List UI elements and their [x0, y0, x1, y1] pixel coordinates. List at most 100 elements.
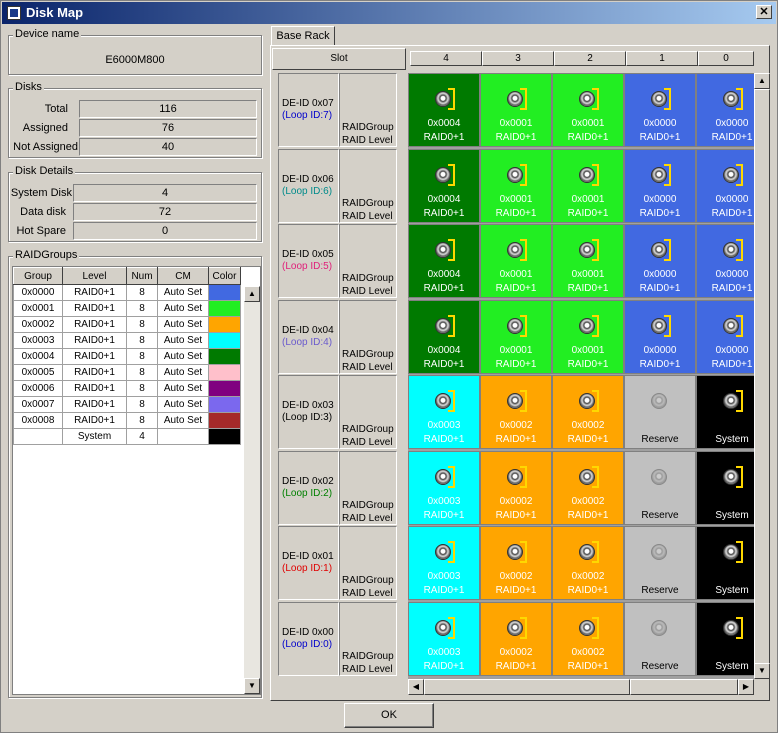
disk-slot-cell[interactable]: 0x0002 RAID0+1	[480, 526, 552, 600]
disk-slot-cell[interactable]: 0x0002 RAID0+1	[480, 375, 552, 449]
raidgroup-row[interactable]: 0x0008 RAID0+1 8 Auto Set	[13, 412, 241, 429]
grid-vertical-scrollbar[interactable]: ▲ ▼	[754, 73, 770, 679]
disk-slot-cell[interactable]: 0x0000 RAID0+1	[696, 149, 754, 223]
raidgroup-num-cell: 8	[126, 284, 158, 301]
grid-scroll-up-icon[interactable]: ▲	[754, 73, 770, 89]
raidgroup-row[interactable]: 0x0007 RAID0+1 8 Auto Set	[13, 396, 241, 413]
disk-slot-cell[interactable]: System	[696, 526, 754, 600]
raidgroup-num-cell: 8	[126, 300, 158, 317]
raidgroup-row[interactable]: System 4	[13, 428, 241, 445]
hard-disk-icon	[433, 164, 455, 186]
raidgroup-row[interactable]: 0x0002 RAID0+1 8 Auto Set	[13, 316, 241, 333]
de-id-label-box: DE-ID 0x05 (Loop ID:5)	[278, 224, 339, 298]
raid-level-row-caption: RAID Level	[342, 362, 393, 373]
hard-disk-icon	[577, 617, 599, 639]
disk-slot-cell[interactable]: 0x0000 RAID0+1	[696, 224, 754, 298]
data-disk-label: Data disk	[20, 206, 66, 218]
disk-raidgroup-text: 0x0001	[571, 194, 605, 205]
drive-enclosure-labels: DE-ID 0x07 (Loop ID:7) RAIDGroup RAID Level…	[278, 73, 398, 679]
disk-slot-cell[interactable]: 0x0003 RAID0+1	[408, 526, 480, 600]
grid-horizontal-scrollbar[interactable]: ◀ ▶	[408, 679, 754, 695]
disk-slot-cell[interactable]: 0x0004 RAID0+1	[408, 73, 480, 147]
col-header-cm[interactable]: CM	[157, 267, 209, 285]
disk-raidgroup-text: 0x0000	[715, 269, 749, 280]
col-header-color[interactable]: Color	[208, 267, 241, 285]
disk-slot-cell[interactable]: 0x0003 RAID0+1	[408, 375, 480, 449]
disk-slot-cell[interactable]: 0x0004 RAID0+1	[408, 300, 480, 374]
disk-slot-cell[interactable]: Reserve	[624, 451, 696, 525]
disk-slot-cell[interactable]: 0x0000 RAID0+1	[624, 300, 696, 374]
raidgroup-group-cell: 0x0005	[13, 364, 63, 381]
raidgroup-cm-cell	[157, 428, 209, 445]
raidgroup-group-cell: 0x0008	[13, 412, 63, 429]
col-header-group[interactable]: Group	[13, 267, 63, 285]
disk-slot-cell[interactable]: 0x0001 RAID0+1	[552, 73, 624, 147]
disk-raidgroup-text: 0x0004	[427, 345, 461, 356]
disk-slot-cell[interactable]: 0x0001 RAID0+1	[552, 149, 624, 223]
disk-slot-cell[interactable]: 0x0001 RAID0+1	[480, 149, 552, 223]
loop-id-text: (Loop ID:3)	[282, 412, 333, 423]
close-button[interactable]: ✕	[756, 5, 772, 19]
disk-slot-cell[interactable]: 0x0000 RAID0+1	[624, 149, 696, 223]
disk-slot-cell[interactable]: System	[696, 451, 754, 525]
raidgroup-row[interactable]: 0x0000 RAID0+1 8 Auto Set	[13, 284, 241, 301]
disk-raidgroup-text: 0x0001	[499, 194, 533, 205]
disk-slot-cell[interactable]: 0x0001 RAID0+1	[480, 224, 552, 298]
disk-slot-cell[interactable]: 0x0002 RAID0+1	[552, 526, 624, 600]
disk-raidgroup-text: 0x0003	[427, 420, 461, 431]
disk-slot-cell[interactable]: 0x0001 RAID0+1	[480, 73, 552, 147]
grid-horizontal-thumb[interactable]	[630, 679, 738, 695]
grid-scroll-left-icon[interactable]: ◀	[408, 679, 424, 695]
disk-raid-level-text: Reserve	[641, 661, 679, 672]
disk-slot-cell[interactable]: 0x0004 RAID0+1	[408, 224, 480, 298]
raidgroup-row[interactable]: 0x0005 RAID0+1 8 Auto Set	[13, 364, 241, 381]
disk-slot-cell[interactable]: Reserve	[624, 602, 696, 676]
col-header-level[interactable]: Level	[62, 267, 127, 285]
disk-raid-level-text: RAID0+1	[495, 359, 537, 370]
disk-slot-cell[interactable]: 0x0002 RAID0+1	[552, 602, 624, 676]
disk-raid-level-text: System	[715, 661, 749, 672]
disk-slot-cell[interactable]: 0x0003 RAID0+1	[408, 602, 480, 676]
device-name-value: E6000M800	[105, 54, 165, 66]
disk-raid-level-text: RAID0+1	[423, 585, 465, 596]
scroll-up-arrow-icon[interactable]: ▲	[244, 286, 260, 302]
disk-slot-cell[interactable]: 0x0002 RAID0+1	[480, 451, 552, 525]
disk-slot-cell[interactable]: System	[696, 375, 754, 449]
hard-disk-icon	[649, 164, 671, 186]
raidgroup-row[interactable]: 0x0003 RAID0+1 8 Auto Set	[13, 332, 241, 349]
grid-horizontal-track[interactable]	[424, 679, 630, 695]
grid-scroll-right-icon[interactable]: ▶	[738, 679, 754, 695]
raidgroup-row[interactable]: 0x0001 RAID0+1 8 Auto Set	[13, 300, 241, 317]
device-name-group: Device name E6000M800	[8, 28, 262, 75]
raidgroups-scrollbar[interactable]: ▲ ▼	[244, 286, 260, 694]
disk-raidgroup-text: 0x0001	[499, 269, 533, 280]
grid-vertical-thumb[interactable]	[754, 89, 770, 679]
raidgroup-group-cell: 0x0006	[13, 380, 63, 397]
disk-slot-cell[interactable]: 0x0002 RAID0+1	[552, 451, 624, 525]
col-header-num[interactable]: Num	[126, 267, 158, 285]
scroll-down-arrow-icon[interactable]: ▼	[244, 678, 260, 694]
disk-slot-cell[interactable]: 0x0000 RAID0+1	[624, 224, 696, 298]
grid-scroll-down-icon[interactable]: ▼	[754, 663, 770, 679]
disks-total-value: 116	[79, 100, 257, 118]
disk-slot-cell[interactable]: 0x0000 RAID0+1	[624, 73, 696, 147]
disk-slot-cell[interactable]: 0x0001 RAID0+1	[480, 300, 552, 374]
ok-button[interactable]: OK	[344, 703, 434, 728]
raidgroup-row[interactable]: 0x0006 RAID0+1 8 Auto Set	[13, 380, 241, 397]
disk-slot-cell[interactable]: 0x0002 RAID0+1	[480, 602, 552, 676]
disk-slot-cell[interactable]: 0x0000 RAID0+1	[696, 300, 754, 374]
hard-disk-icon	[649, 315, 671, 337]
disk-slot-cell[interactable]: 0x0003 RAID0+1	[408, 451, 480, 525]
hard-disk-icon	[433, 617, 455, 639]
disks-not-assigned-value: 40	[79, 138, 257, 156]
disk-slot-cell[interactable]: System	[696, 602, 754, 676]
disk-slot-cell[interactable]: 0x0001 RAID0+1	[552, 300, 624, 374]
disk-slot-cell[interactable]: Reserve	[624, 526, 696, 600]
disk-slot-cell[interactable]: Reserve	[624, 375, 696, 449]
disk-slot-cell[interactable]: 0x0001 RAID0+1	[552, 224, 624, 298]
tab-base-rack[interactable]: Base Rack	[271, 26, 335, 46]
disk-slot-cell[interactable]: 0x0004 RAID0+1	[408, 149, 480, 223]
raidgroup-row[interactable]: 0x0004 RAID0+1 8 Auto Set	[13, 348, 241, 365]
disk-slot-cell[interactable]: 0x0000 RAID0+1	[696, 73, 754, 147]
disk-slot-cell[interactable]: 0x0002 RAID0+1	[552, 375, 624, 449]
